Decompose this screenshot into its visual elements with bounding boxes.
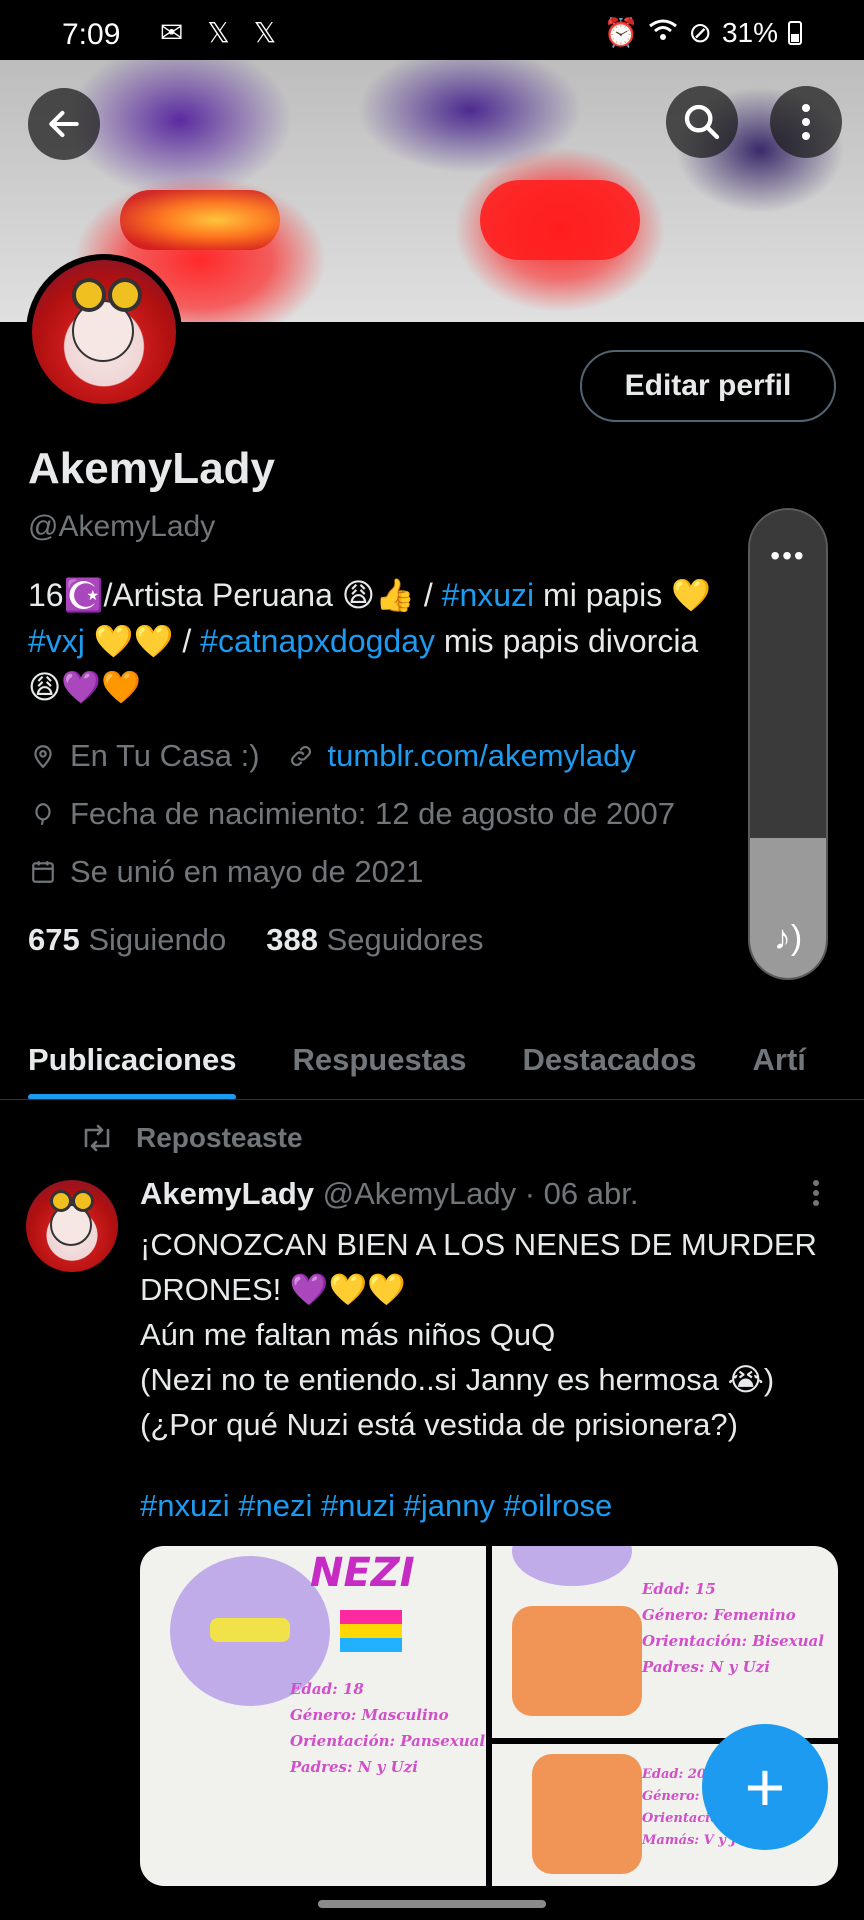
- followers-label: Seguidores: [326, 922, 484, 957]
- link-icon: [286, 741, 316, 771]
- search-icon: [684, 104, 720, 140]
- arrow-left-icon: [49, 110, 79, 138]
- avatar-art: [72, 278, 106, 312]
- avatar-art: [50, 1190, 72, 1212]
- followers-count: 388: [266, 922, 318, 957]
- balloon-icon: [28, 799, 58, 829]
- bio-text: 16☪️/Artista Peruana 😩👍 /: [28, 577, 442, 613]
- following-link[interactable]: 675 Siguiendo: [28, 922, 226, 958]
- wifi-icon: [648, 17, 678, 49]
- post-author-name[interactable]: AkemyLady: [140, 1176, 314, 1211]
- profile-handle: @AkemyLady: [28, 510, 216, 543]
- repost-label: Reposteaste: [136, 1122, 303, 1153]
- home-indicator[interactable]: [318, 1900, 546, 1908]
- bio-text: 😩💜🧡: [28, 669, 142, 705]
- image-art: [532, 1754, 642, 1874]
- tab-highlights[interactable]: Destacados: [495, 1020, 725, 1099]
- profile-name: AkemyLady: [28, 444, 276, 493]
- profile-joined-row: Se unió en mayo de 2021: [28, 854, 423, 890]
- post-hashtags[interactable]: #nxuzi #nezi #nuzi #janny #oilrose: [140, 1488, 612, 1524]
- banner-art: [120, 190, 280, 250]
- tab-replies[interactable]: Respuestas: [264, 1020, 494, 1099]
- compose-button[interactable]: +: [702, 1724, 828, 1850]
- edit-profile-button[interactable]: Editar perfil: [580, 350, 836, 422]
- follow-stats: 675 Siguiendo 388 Seguidores: [28, 922, 483, 958]
- status-time: 7:09: [62, 18, 121, 51]
- image-art: [512, 1606, 642, 1716]
- search-button[interactable]: [666, 86, 738, 158]
- music-note-icon: ♪): [773, 919, 803, 957]
- notification-icons: ✉ 𝕏 𝕏: [160, 17, 285, 48]
- bio-hashtag[interactable]: #catnapxdogday: [200, 623, 435, 659]
- more-vertical-icon: [802, 104, 810, 140]
- battery-icon: [788, 20, 802, 45]
- alarm-icon: ⏰: [603, 17, 639, 48]
- profile-avatar[interactable]: [26, 254, 182, 410]
- bio-text: 💛💛 /: [84, 623, 201, 659]
- pansexual-flag: [340, 1610, 402, 1652]
- post-header: AkemyLady @AkemyLady · 06 abr.: [140, 1176, 638, 1212]
- image-title: NEZI: [310, 1550, 415, 1596]
- volume-more-icon[interactable]: •••: [750, 540, 826, 572]
- calendar-icon: [28, 857, 58, 887]
- profile-tabs: Publicaciones Respuestas Destacados Artí: [0, 1020, 864, 1100]
- following-count: 675: [28, 922, 80, 957]
- followers-link[interactable]: 388 Seguidores: [266, 922, 483, 958]
- profile-bio: 16☪️/Artista Peruana 😩👍 / #nxuzi mi papi…: [28, 572, 758, 710]
- following-label: Siguiendo: [88, 922, 227, 957]
- volume-slider[interactable]: ••• ♪): [748, 508, 828, 980]
- post-text: ¡CONOZCAN BIEN A LOS NENES DE MURDER DRO…: [140, 1227, 817, 1442]
- avatar-art: [72, 1190, 94, 1212]
- more-options-button[interactable]: [770, 86, 842, 158]
- post-author-avatar[interactable]: [26, 1180, 118, 1272]
- image-caption: Edad: 18 Género: Masculino Orientación: …: [290, 1680, 486, 1776]
- repost-icon: [84, 1124, 110, 1152]
- joined-text: Se unió en mayo de 2021: [70, 854, 424, 889]
- repost-indicator: Reposteaste: [80, 1122, 303, 1154]
- image-art: [210, 1618, 290, 1642]
- profile-location-row: En Tu Casa :) tumblr.com/akemylady: [28, 738, 636, 774]
- tab-articles[interactable]: Artí: [725, 1020, 834, 1099]
- status-bar: 7:09 ✉ 𝕏 𝕏 ⏰ ⊘ 31%: [0, 0, 864, 60]
- back-button[interactable]: [28, 88, 100, 160]
- bio-text: mi papis 💛: [534, 577, 711, 613]
- post-image-2[interactable]: Edad: 15 Género: Femenino Orientación: B…: [492, 1546, 838, 1738]
- bio-text: mis papis divorcia: [435, 623, 699, 659]
- profile-birthday-row: Fecha de nacimiento: 12 de agosto de 200…: [28, 796, 675, 832]
- bio-hashtag[interactable]: #nxuzi: [442, 577, 535, 613]
- website-link[interactable]: tumblr.com/akemylady: [328, 738, 636, 774]
- status-right: ⏰ ⊘ 31%: [604, 16, 802, 49]
- birthday-text: Fecha de nacimiento: 12 de agosto de 200…: [70, 796, 675, 831]
- location-text: En Tu Casa :): [70, 738, 260, 773]
- dnd-icon: ⊘: [688, 17, 712, 48]
- tab-posts[interactable]: Publicaciones: [0, 1020, 264, 1099]
- banner-art: [480, 180, 640, 260]
- post-meta: @AkemyLady · 06 abr.: [322, 1176, 639, 1211]
- plus-icon: +: [744, 1748, 786, 1826]
- post-more-button[interactable]: [812, 1178, 820, 1216]
- image-art: [512, 1546, 632, 1586]
- more-vertical-icon: [813, 1180, 819, 1206]
- battery-level: 31%: [721, 16, 778, 48]
- location-pin-icon: [28, 741, 58, 771]
- image-caption: Edad: 15 Género: Femenino Orientación: B…: [642, 1580, 824, 1676]
- bio-hashtag[interactable]: #vxj: [28, 623, 85, 659]
- post-image-1[interactable]: NEZI Edad: 18 Género: Masculino Orientac…: [140, 1546, 486, 1886]
- avatar-art: [108, 278, 142, 312]
